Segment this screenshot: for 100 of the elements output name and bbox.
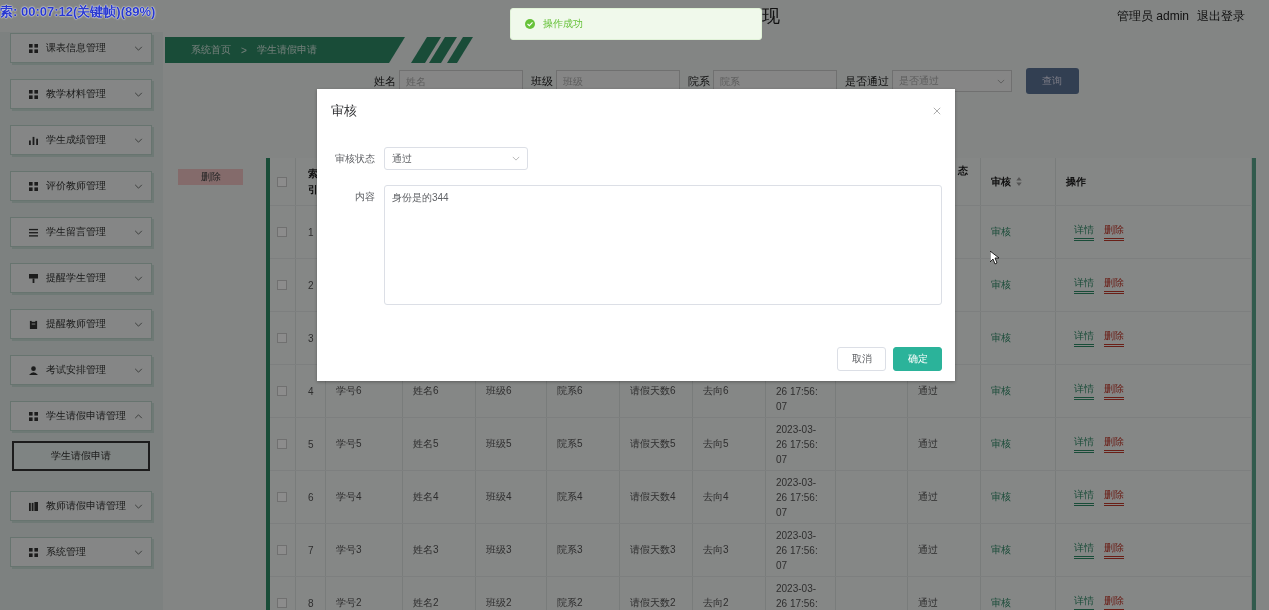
table-cell: 请假天数6: [630, 384, 676, 398]
delete-button[interactable]: 删除: [178, 169, 243, 185]
checkbox[interactable]: [277, 227, 287, 237]
table-cell: 去向4: [703, 490, 729, 504]
table-cell: 1: [308, 226, 314, 238]
review-link[interactable]: 审核: [991, 331, 1011, 345]
table-cell: 通过: [918, 384, 938, 398]
table-cell: 去向5: [703, 437, 729, 451]
checkbox[interactable]: [277, 598, 287, 608]
review-link[interactable]: 审核: [991, 543, 1011, 557]
table-cell: 请假天数4: [630, 490, 676, 504]
checkbox[interactable]: [277, 176, 287, 187]
table-cell-text: 2023-03- 26 17:56: 07: [776, 475, 818, 520]
table-cell: 院系4: [557, 490, 583, 504]
table-cell: 通过: [918, 543, 938, 557]
breadcrumb-link[interactable]: 系统首页: [191, 43, 231, 57]
review-link[interactable]: 审核: [991, 225, 1011, 239]
review-link[interactable]: 审核: [991, 278, 1011, 292]
sidebar-subitem[interactable]: 学生请假申请: [12, 441, 150, 471]
detail-link[interactable]: 详情: [1074, 541, 1094, 559]
breadcrumb-link[interactable]: 学生请假申请: [256, 43, 317, 57]
checkbox[interactable]: [277, 333, 287, 343]
detail-link[interactable]: 详情: [1074, 435, 1094, 453]
close-icon[interactable]: [933, 107, 941, 115]
sidebar-item[interactable]: 学生成绩管理: [10, 125, 152, 155]
checkbox[interactable]: [277, 545, 287, 555]
grid-icon: [29, 547, 38, 557]
checkbox[interactable]: [277, 386, 287, 396]
table-cell: 通过: [918, 437, 938, 451]
sidebar-item[interactable]: 学生请假申请管理: [10, 401, 152, 431]
table-cell: 姓名2: [413, 596, 439, 610]
delete-link[interactable]: 删除: [1104, 488, 1124, 506]
table-cell: 去向6: [703, 384, 729, 398]
detail-link[interactable]: 详情: [1074, 594, 1094, 610]
lines-icon: [29, 227, 38, 237]
sidebar-item[interactable]: 考试安排管理: [10, 355, 152, 385]
table-cell: 班级5: [486, 437, 512, 451]
delete-link[interactable]: 删除: [1104, 435, 1124, 453]
detail-link[interactable]: 详情: [1074, 488, 1094, 506]
review-link[interactable]: 审核: [991, 437, 1011, 451]
column-header: 审核: [991, 174, 1011, 189]
review-link[interactable]: 审核: [991, 490, 1011, 504]
table-cell: 院系5: [557, 437, 583, 451]
video-timestamp: 索: 00:07:12(关键帧)(89%): [0, 3, 156, 21]
detail-link[interactable]: 详情: [1074, 329, 1094, 347]
table-cell: 去向3: [703, 543, 729, 557]
sidebar-item[interactable]: 教学材料管理: [10, 79, 152, 109]
clip-icon: [29, 319, 38, 329]
field-label: 是否通过: [844, 73, 889, 89]
sidebar-item[interactable]: 学生留言管理: [10, 217, 152, 247]
grid-icon: [29, 181, 38, 191]
sidebar-item[interactable]: 提醒学生管理: [10, 263, 152, 293]
detail-link[interactable]: 详情: [1074, 276, 1094, 294]
review-link[interactable]: 审核: [991, 384, 1011, 398]
table-cell: 姓名4: [413, 490, 439, 504]
delete-link[interactable]: 删除: [1104, 223, 1124, 241]
sort-icon[interactable]: [1016, 177, 1022, 186]
table-cell: 学号3: [336, 543, 362, 557]
table-cell: 4: [308, 385, 314, 397]
status-select[interactable]: 通过: [384, 147, 528, 170]
checkbox[interactable]: [277, 280, 287, 290]
table-cell: 5: [308, 438, 314, 450]
sidebar-item[interactable]: 课表信息管理: [10, 33, 152, 63]
table-cell-text: 2023-03- 26 17:56: 07: [776, 422, 818, 467]
cancel-button[interactable]: 取消: [837, 347, 886, 371]
table-cell: 通过: [918, 490, 938, 504]
table-cell: 2: [308, 279, 314, 291]
delete-link[interactable]: 删除: [1104, 382, 1124, 400]
review-link[interactable]: 审核: [991, 596, 1011, 610]
dialog-title: 审核: [331, 102, 357, 120]
delete-link[interactable]: 删除: [1104, 594, 1124, 610]
checkbox[interactable]: [277, 439, 287, 449]
confirm-button[interactable]: 确定: [893, 347, 942, 371]
toast-message: 操作成功: [543, 17, 583, 31]
detail-link[interactable]: 详情: [1074, 223, 1094, 241]
table-cell-text: 2023-03- 26 17:56: 07: [776, 528, 818, 573]
query-button[interactable]: 查询: [1025, 68, 1079, 94]
delete-link[interactable]: 删除: [1104, 541, 1124, 559]
table-cell: 院系6: [557, 384, 583, 398]
grid-icon: [29, 411, 38, 421]
checkbox[interactable]: [277, 492, 287, 502]
sidebar-item[interactable]: 系统管理: [10, 537, 152, 567]
sidebar-item[interactable]: 提醒教师管理: [10, 309, 152, 339]
logout-link[interactable]: 退出登录: [1197, 7, 1245, 25]
table-cell: 3: [308, 332, 314, 344]
table-cell: 8: [308, 597, 314, 609]
table-cell: 7: [308, 544, 314, 556]
content-field[interactable]: 身份是的344: [384, 185, 942, 305]
detail-link[interactable]: 详情: [1074, 382, 1094, 400]
delete-link[interactable]: 删除: [1104, 329, 1124, 347]
bars-icon: [29, 135, 38, 145]
table-cell: 院系3: [557, 543, 583, 557]
sidebar-item[interactable]: 评价教师管理: [10, 171, 152, 201]
sidebar-item[interactable]: 教师请假申请管理: [10, 491, 152, 521]
check-circle-icon: [525, 19, 535, 29]
table-cell: 院系2: [557, 596, 583, 610]
table-cell: 班级4: [486, 490, 512, 504]
chevron-down-icon: [512, 156, 520, 161]
table-cell: 去向2: [703, 596, 729, 610]
delete-link[interactable]: 删除: [1104, 276, 1124, 294]
